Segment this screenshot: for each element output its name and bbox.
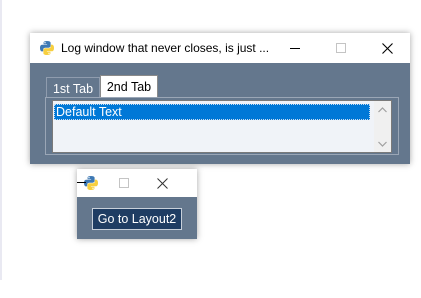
log-window: Log window that never closes, is just ..… (30, 33, 410, 164)
log-listbox[interactable]: Default Text (52, 100, 392, 153)
tab-panel: Default Text (45, 97, 399, 155)
window-title: Log window that never closes, is just ..… (61, 41, 270, 55)
background-edge (0, 0, 2, 280)
close-icon (381, 42, 393, 54)
maximize-button[interactable] (109, 169, 139, 197)
close-icon (156, 177, 168, 189)
python-icon (40, 41, 54, 55)
title-bar-small[interactable] (77, 169, 197, 197)
python-icon (84, 176, 98, 190)
tab-group: 1st Tab 2nd Tab Default Text (45, 75, 399, 155)
layout-window: Go to Layout2 (77, 169, 197, 239)
tab-1st[interactable]: 1st Tab (46, 77, 100, 99)
minimize-icon[interactable] (77, 182, 86, 183)
maximize-icon (335, 42, 346, 53)
minimize-button[interactable] (272, 33, 318, 63)
close-button[interactable] (139, 169, 185, 197)
minimize-icon (289, 47, 300, 49)
maximize-button[interactable] (318, 33, 364, 63)
scroll-up-button[interactable] (374, 101, 391, 118)
scroll-down-button[interactable] (374, 135, 391, 152)
close-button[interactable] (364, 33, 410, 63)
list-item[interactable]: Default Text (54, 104, 370, 120)
desktop: Log window that never closes, is just ..… (0, 0, 421, 298)
vertical-scrollbar[interactable] (374, 101, 391, 152)
chevron-down-icon (378, 141, 387, 147)
tab-2nd[interactable]: 2nd Tab (100, 75, 158, 97)
go-to-layout2-button[interactable]: Go to Layout2 (92, 208, 182, 230)
chevron-up-icon (378, 106, 387, 112)
maximize-icon (118, 177, 129, 188)
title-bar[interactable]: Log window that never closes, is just ..… (30, 33, 410, 63)
